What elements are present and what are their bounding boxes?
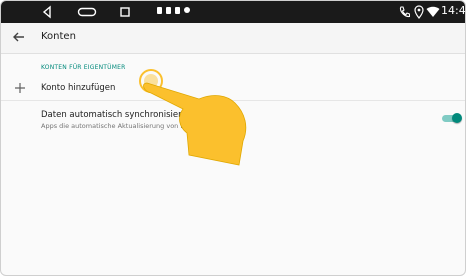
clock: 14:42 (441, 4, 466, 17)
recents-square-icon[interactable] (119, 5, 131, 19)
back-triangle-icon[interactable] (41, 5, 53, 19)
auto-sync-toggle[interactable] (442, 113, 462, 123)
arrow-left-icon[interactable] (11, 29, 27, 45)
notification-icon (157, 7, 162, 14)
notification-icon (166, 7, 171, 14)
plus-icon (15, 83, 25, 93)
notification-icon (184, 7, 190, 13)
toggle-thumb (452, 113, 462, 123)
wifi-icon (426, 6, 440, 17)
screen: 14:42 Konten KONTEN FÜR EIGENTÜMER Konto… (0, 0, 466, 276)
status-bar: 14:42 (1, 1, 465, 23)
phone-icon (399, 6, 410, 18)
pointing-hand-icon (139, 69, 247, 166)
add-account-label: Konto hinzufügen (41, 83, 116, 93)
home-pill-icon[interactable] (77, 5, 97, 19)
section-header: KONTEN FÜR EIGENTÜMER (41, 64, 126, 71)
page-title: Konten (41, 31, 76, 42)
app-bar: Konten (1, 23, 465, 54)
notification-icon (175, 7, 180, 14)
location-icon (414, 5, 424, 19)
